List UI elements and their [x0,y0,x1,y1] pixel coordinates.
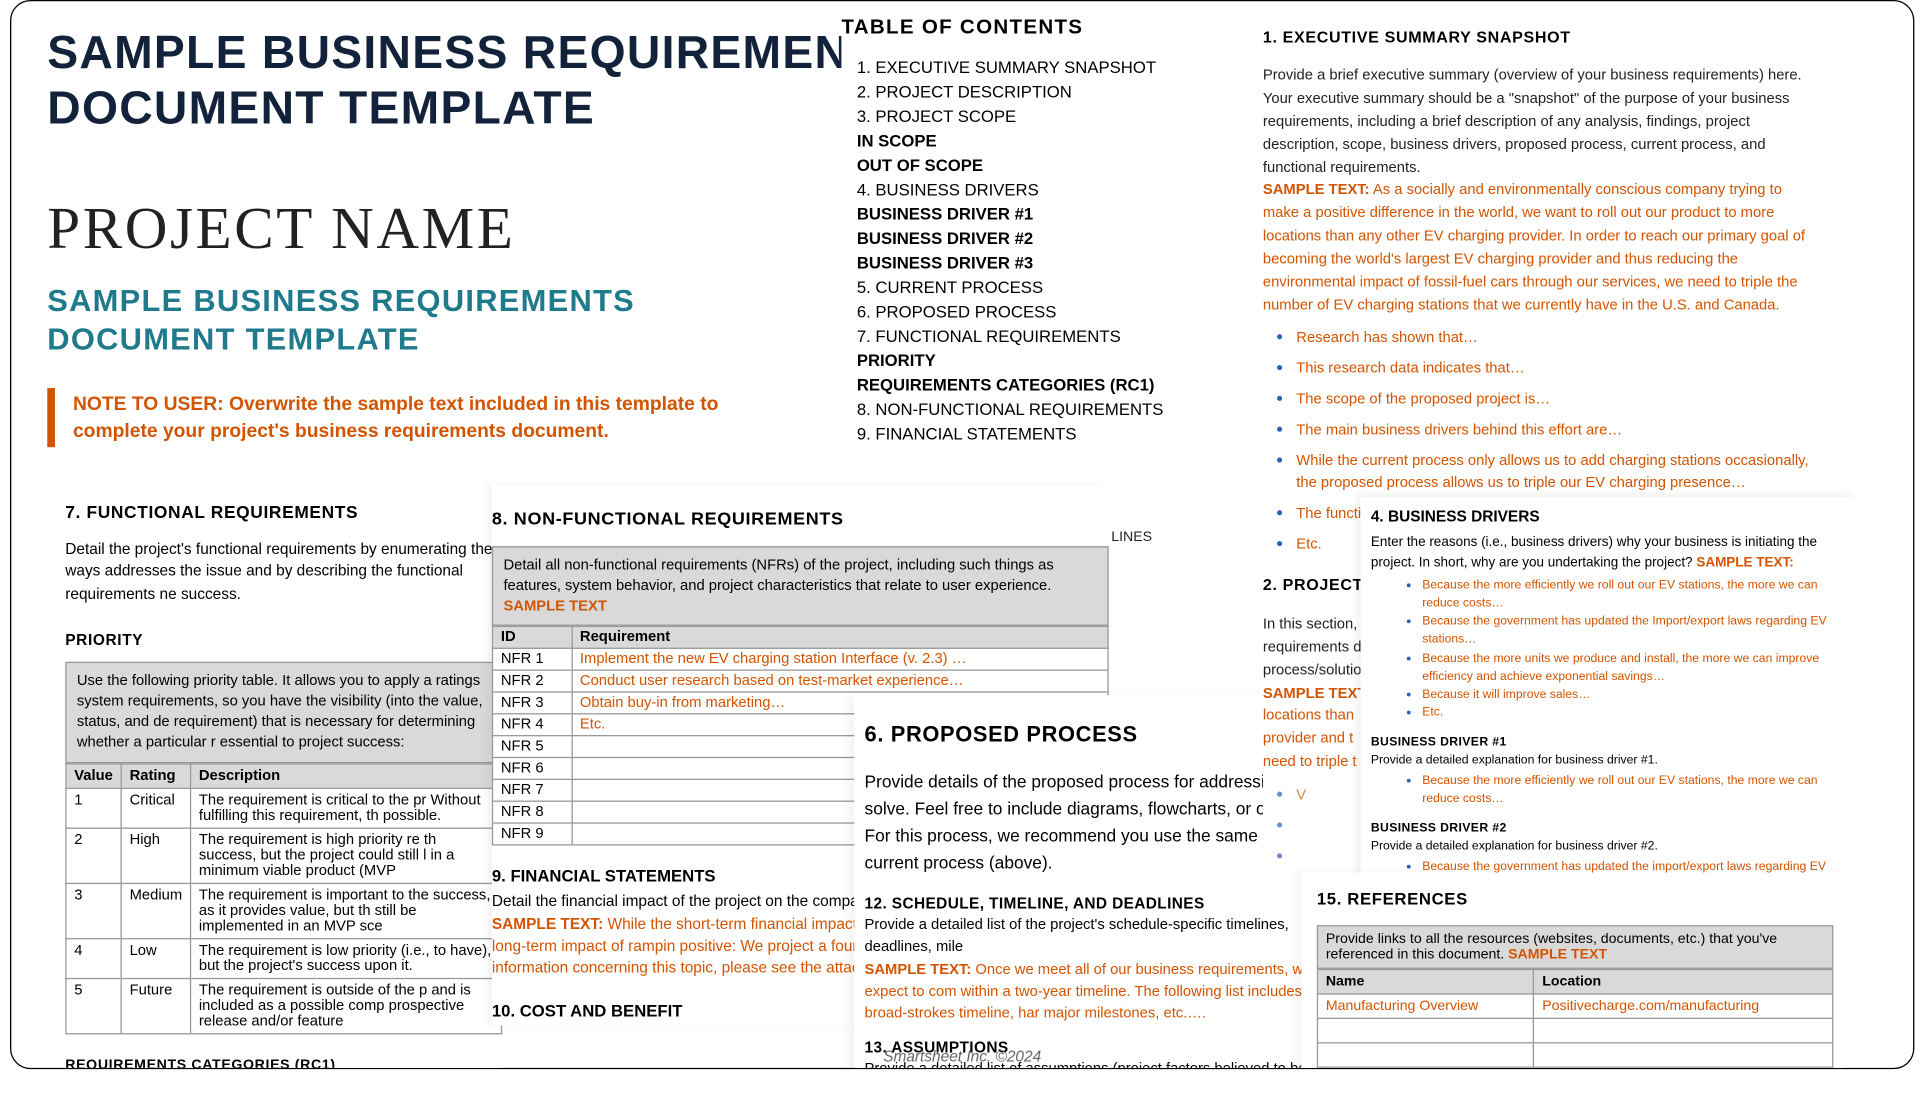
list-item: The main business drivers behind this ef… [1296,415,1820,443]
list-item: Because the government has updated the I… [1422,613,1846,650]
table-row: 2HighThe requirement is high priority re… [66,828,502,883]
title-line-1: SAMPLE BUSINESS REQUIREMENTS [47,24,911,79]
table-row: NFR 1Implement the new EV charging stati… [493,649,1109,671]
driver-1-bullet: Because the more efficiently we roll out… [1371,772,1846,809]
toc-item: 4. BUSINESS DRIVERS [841,180,1227,199]
driver-1-title: BUSINESS DRIVER #1 [1371,733,1846,751]
list-item: Because the more efficiently we roll out… [1422,576,1846,613]
driver-1-body: Provide a detailed explanation for busin… [1371,751,1846,769]
list-item: Research has shown that… [1296,323,1820,351]
toc-item: OUT OF SCOPE [841,155,1227,174]
toc-item: BUSINESS DRIVER #1 [841,204,1227,223]
functional-requirements-section: 7. FUNCTIONAL REQUIREMENTS Detail the pr… [65,484,502,1069]
table-row: Manufacturing OverviewPositivecharge.com… [1317,994,1832,1018]
list-item: This research data indicates that… [1296,354,1820,382]
priority-hint: Use the following priority table. It all… [65,662,502,763]
list-item: Because it will improve sales… [1422,686,1846,704]
toc-peek-text: LINES [1111,529,1152,544]
list-item: The scope of the proposed project is… [1296,384,1820,412]
toc-item: 3. PROJECT SCOPE [841,107,1227,126]
template-subtitle: SAMPLE BUSINESS REQUIREMENTS DOCUMENT TE… [47,283,792,360]
drivers-bullet-list: Because the more efficiently we roll out… [1371,576,1846,722]
driver-2-title: BUSINESS DRIVER #2 [1371,819,1846,837]
toc-item: 6. PROPOSED PROCESS [841,302,1227,321]
project-name: PROJECT NAME [47,194,792,262]
references-box: Provide links to all the resources (webs… [1317,925,1834,969]
toc-item: 2. PROJECT DESCRIPTION [841,82,1227,101]
toc-item: 7. FUNCTIONAL REQUIREMENTS [841,326,1227,345]
nfr-description-box: Detail all non-functional requirements (… [492,546,1109,626]
func-heading: 7. FUNCTIONAL REQUIREMENTS [65,502,502,521]
schedule-body: Provide a detailed list of the project's… [865,915,1353,1026]
document-title: SAMPLE BUSINESS REQUIREMENTS DOCUMENT TE… [47,24,911,135]
func-lead: Detail the project's functional requirem… [65,538,502,605]
drivers-intro: Enter the reasons (i.e., business driver… [1371,533,1846,573]
priority-table: ValueRatingDescription 1CriticalThe requ… [65,763,502,1034]
schedule-heading: 12. SCHEDULE, TIMELINE, AND DEADLINES [865,895,1353,913]
table-row: 5FutureThe requirement is outside of the… [66,978,502,1033]
toc-item: 8. NON-FUNCTIONAL REQUIREMENTS [841,400,1227,419]
exec-heading: 1. EXECUTIVE SUMMARY SNAPSHOT [1263,25,1821,50]
references-section: 15. REFERENCES Provide links to all the … [1301,873,1843,1070]
list-item: Because the more units we produce and in… [1422,650,1846,687]
list-item: Etc. [1422,705,1846,723]
title-line-2: DOCUMENT TEMPLATE [47,80,911,135]
exec-lead: Provide a brief executive summary (overv… [1263,66,1821,180]
nfr-heading: 8. NON-FUNCTIONAL REQUIREMENTS [492,508,1109,529]
table-row [1317,1018,1832,1042]
table-row: 1CriticalThe requirement is critical to … [66,788,502,828]
toc-item: BUSINESS DRIVER #2 [841,229,1227,248]
cover-section: PROJECT NAME SAMPLE BUSINESS REQUIREMENT… [47,194,792,447]
priority-label: PRIORITY [65,631,502,649]
user-note: NOTE TO USER: Overwrite the sample text … [47,388,792,447]
driver-2-body: Provide a detailed explanation for busin… [1371,837,1846,855]
list-item: While the current process only allows us… [1296,445,1820,496]
footnote: Smartsheet Inc. ©2024 [11,1047,1913,1065]
drivers-heading: 4. BUSINESS DRIVERS [1371,505,1846,528]
table-of-contents: TABLE OF CONTENTS 1. EXECUTIVE SUMMARY S… [841,9,1227,549]
table-row: NFR 2Conduct user research based on test… [493,670,1109,692]
toc-heading: TABLE OF CONTENTS [841,17,1227,40]
references-heading: 15. REFERENCES [1317,889,1834,908]
toc-item: 1. EXECUTIVE SUMMARY SNAPSHOT [841,58,1227,77]
toc-item: IN SCOPE [841,131,1227,150]
toc-item: 5. CURRENT PROCESS [841,278,1227,297]
toc-item: REQUIREMENTS CATEGORIES (RC1) [841,375,1227,394]
toc-item: BUSINESS DRIVER #3 [841,253,1227,272]
toc-item: PRIORITY [841,351,1227,370]
toc-item: 9. FINANCIAL STATEMENTS [841,424,1227,443]
table-row: 4LowThe requirement is low priority (i.e… [66,938,502,978]
table-row: 3MediumThe requirement is important to t… [66,883,502,938]
exec-sample: SAMPLE TEXT: As a socially and environme… [1263,180,1821,317]
